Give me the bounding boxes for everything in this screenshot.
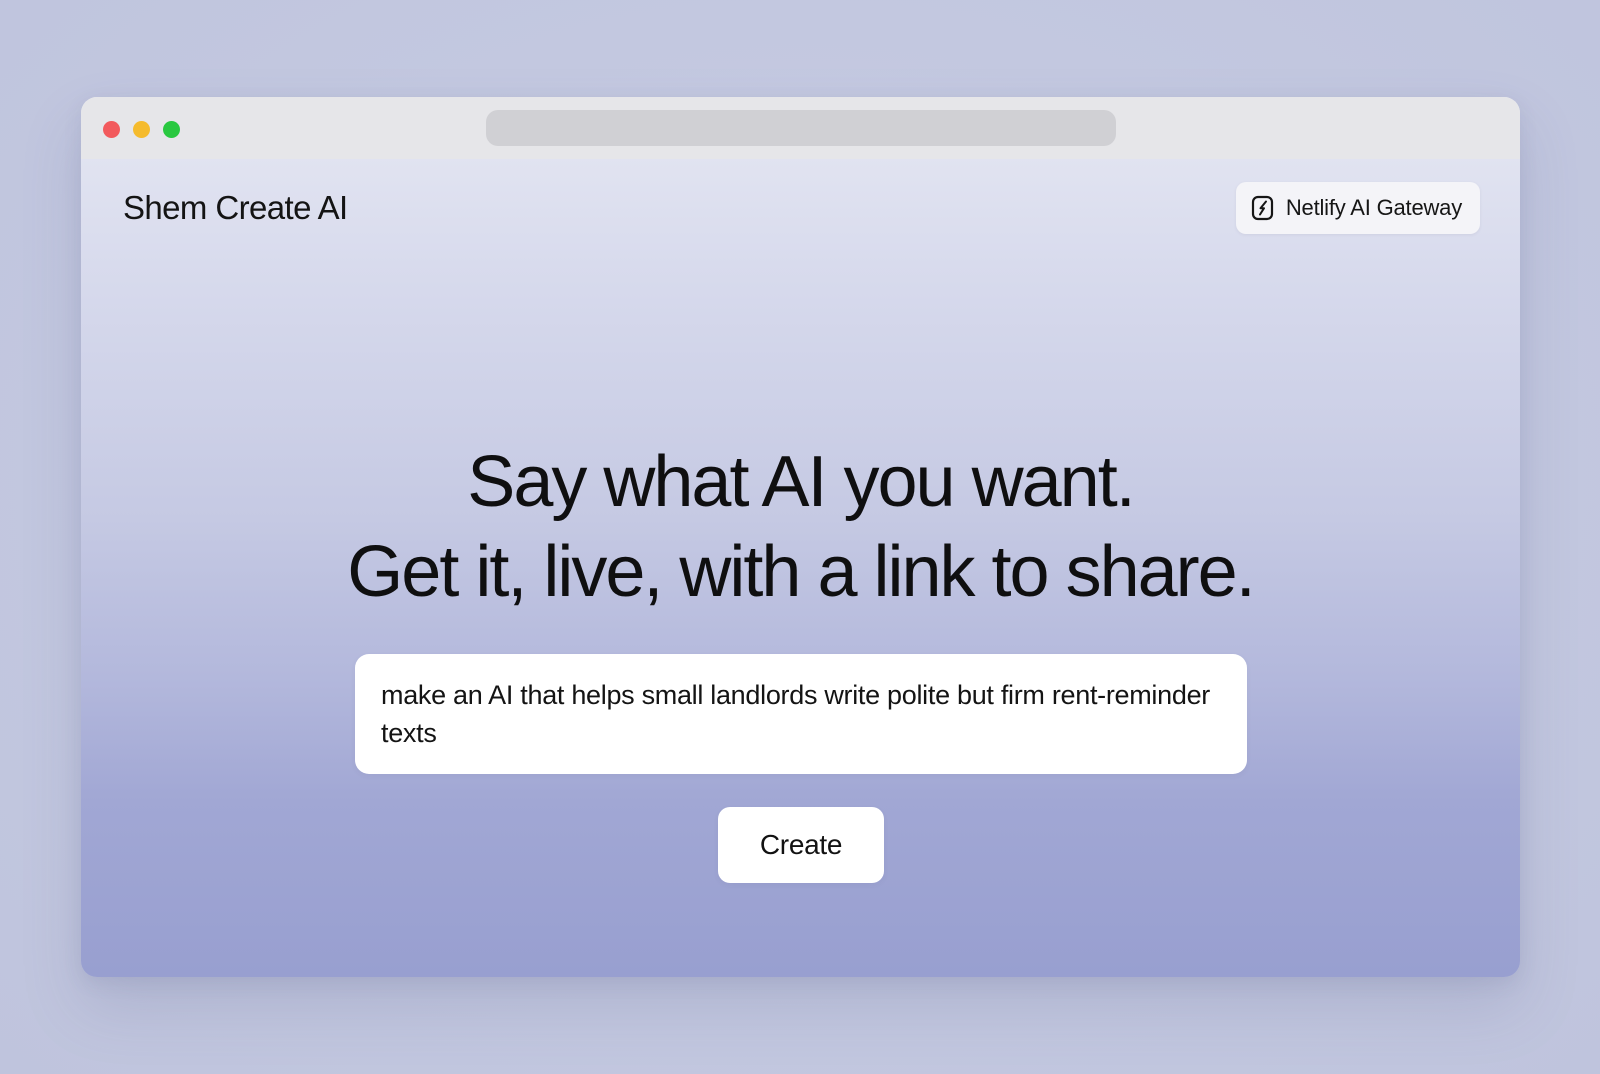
hero-heading: Say what AI you want. Get it, live, with… <box>81 437 1520 617</box>
hero-line-1: Say what AI you want. <box>467 442 1135 522</box>
create-button[interactable]: Create <box>718 807 884 883</box>
netlify-icon <box>1250 195 1276 221</box>
gateway-label: Netlify AI Gateway <box>1285 195 1462 220</box>
window-titlebar <box>81 97 1520 159</box>
netlify-ai-gateway-badge[interactable]: Netlify AI Gateway <box>1235 182 1480 234</box>
prompt-input[interactable]: make an AI that helps small landlords wr… <box>355 654 1247 774</box>
browser-window: Shem Create AI Netlify AI Gateway Say wh… <box>81 97 1520 977</box>
brand-title: Shem Create AI <box>123 189 348 226</box>
maximize-window-button[interactable] <box>163 121 180 138</box>
address-bar[interactable] <box>486 110 1116 146</box>
close-window-button[interactable] <box>103 121 120 138</box>
minimize-window-button[interactable] <box>133 121 150 138</box>
hero-line-2: Get it, live, with a link to share. <box>347 532 1255 612</box>
